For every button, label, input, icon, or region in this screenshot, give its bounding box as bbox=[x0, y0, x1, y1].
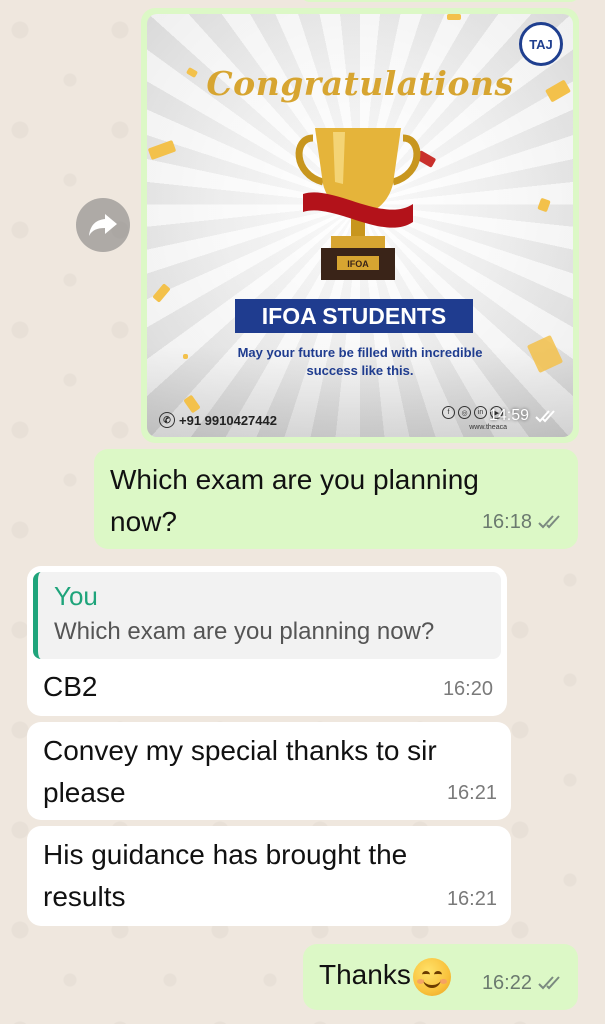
linkedin-icon: in bbox=[474, 406, 487, 419]
message-timestamp: 16:21 bbox=[446, 888, 497, 910]
forward-icon bbox=[89, 214, 117, 236]
poster-phone: ✆ +91 9910427442 bbox=[159, 412, 277, 428]
message-text-line-2: please bbox=[43, 777, 126, 808]
congratulations-heading: Congratulations bbox=[206, 64, 514, 103]
message-timestamp: 16:21 bbox=[446, 782, 497, 804]
quote-text: Which exam are you planning now? bbox=[54, 618, 435, 645]
wish-line-1: May your future be filled with incredibl… bbox=[237, 345, 483, 360]
congratulations-poster[interactable]: Congratulations TAJ IFOA IFOA STUDENTS M… bbox=[147, 14, 573, 437]
quote-author: You bbox=[54, 581, 98, 611]
facebook-icon: f bbox=[442, 406, 455, 419]
instagram-icon: ◎ bbox=[458, 406, 471, 419]
smiling-face-emoji-icon bbox=[412, 957, 451, 996]
phone-icon: ✆ bbox=[159, 412, 175, 428]
poster-wish-text: May your future be filled with incredibl… bbox=[187, 344, 533, 380]
ifoa-students-banner: IFOA STUDENTS bbox=[235, 299, 473, 333]
double-check-icon bbox=[538, 976, 560, 990]
trophy-plate-text: IFOA bbox=[347, 259, 369, 269]
message-timestamp: 16:18 bbox=[482, 501, 564, 543]
trophy-icon: IFOA bbox=[295, 128, 421, 280]
outgoing-message[interactable]: Which exam are you planning now? 16:18 bbox=[94, 449, 578, 549]
message-timestamp: 16:22 bbox=[482, 962, 564, 1004]
image-time: 14:59 bbox=[488, 407, 529, 424]
incoming-message-reply[interactable]: You Which exam are you planning now? CB2… bbox=[27, 566, 507, 716]
wish-line-2: success like this. bbox=[306, 363, 414, 378]
incoming-message[interactable]: His guidance has brought the results 16:… bbox=[27, 826, 511, 926]
poster-phone-number: +91 9910427442 bbox=[179, 412, 277, 428]
message-text-line-1: Convey my special thanks to sir bbox=[43, 735, 437, 766]
poster-website: www.theaca bbox=[469, 424, 507, 431]
image-message[interactable]: Congratulations TAJ IFOA IFOA STUDENTS M… bbox=[141, 8, 579, 443]
message-timestamp: 16:20 bbox=[442, 678, 493, 700]
forward-button[interactable] bbox=[76, 198, 130, 252]
double-check-icon bbox=[535, 410, 555, 423]
message-text-line-1: His guidance has brought the bbox=[43, 839, 408, 870]
image-timestamp: 14:59 bbox=[489, 407, 559, 425]
message-text-line-2: results bbox=[43, 881, 126, 912]
previous-message-stub bbox=[300, 0, 580, 2]
double-check-icon bbox=[538, 515, 560, 529]
message-text: CB2 bbox=[43, 671, 98, 702]
incoming-message[interactable]: Convey my special thanks to sir please 1… bbox=[27, 722, 511, 820]
message-text-line-1: Which exam are you planning bbox=[110, 464, 479, 495]
message-text: Thanks bbox=[319, 959, 411, 990]
quoted-message[interactable]: You Which exam are you planning now? bbox=[33, 572, 501, 659]
outgoing-message[interactable]: Thanks 16:22 bbox=[303, 944, 578, 1010]
taj-logo: TAJ bbox=[519, 22, 563, 66]
